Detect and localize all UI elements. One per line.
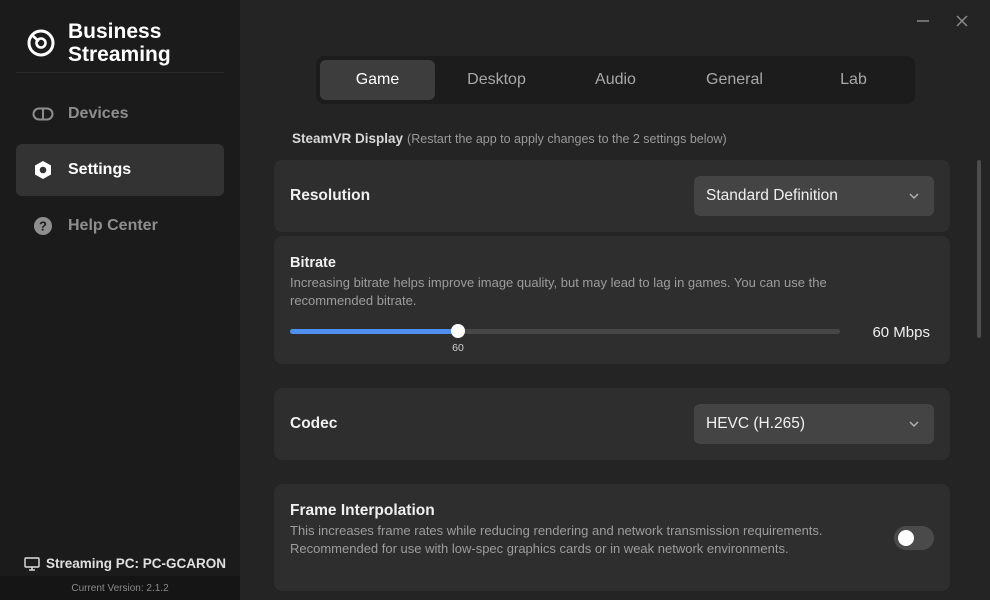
brand-divider — [16, 72, 224, 73]
frame-interpolation-description: This increases frame rates while reducin… — [290, 523, 823, 556]
sidebar-item-settings[interactable]: Settings — [16, 144, 224, 196]
chevron-down-icon — [909, 421, 919, 428]
streaming-pc-info: Streaming PC: PC-GCARON — [24, 556, 226, 571]
chevron-down-icon — [909, 193, 919, 200]
tab-desktop[interactable]: Desktop — [439, 60, 554, 100]
minimize-button[interactable] — [912, 10, 934, 32]
bitrate-value: 60 Mbps — [872, 324, 930, 341]
section-note: (Restart the app to apply changes to the… — [407, 132, 727, 146]
resolution-card: Resolution Standard Definition — [274, 160, 950, 232]
svg-text:?: ? — [39, 219, 47, 234]
codec-card: Codec HEVC (H.265) — [274, 388, 950, 460]
version-label: Current Version: 2.1.2 — [71, 582, 169, 594]
resolution-dropdown[interactable]: Standard Definition — [694, 176, 934, 216]
settings-tabs: Game Desktop Audio General Lab — [316, 56, 915, 104]
brand: Business Streaming — [26, 20, 188, 66]
codec-value: HEVC (H.265) — [706, 415, 806, 432]
tab-general[interactable]: General — [677, 60, 792, 100]
settings-icon — [32, 159, 54, 181]
bitrate-card: Bitrate Increasing bitrate helps improve… — [274, 236, 950, 364]
bitrate-slider-thumb[interactable] — [451, 324, 465, 338]
frame-interpolation-toggle[interactable] — [894, 526, 934, 550]
tab-audio[interactable]: Audio — [558, 60, 673, 100]
sidebar-item-help-center[interactable]: ? Help Center — [16, 200, 224, 252]
frame-interpolation-label: Frame Interpolation — [290, 502, 435, 519]
close-button[interactable] — [951, 10, 973, 32]
app-title: Business Streaming — [68, 20, 171, 66]
bitrate-description: Increasing bitrate helps improve image q… — [290, 275, 827, 308]
monitor-icon — [24, 556, 40, 571]
minimize-icon — [917, 20, 929, 22]
sidebar-item-label: Settings — [68, 161, 132, 178]
sidebar: Business Streaming Devices Settings ? He… — [0, 0, 240, 600]
frame-interpolation-card: Frame Interpolation This increases frame… — [274, 484, 950, 591]
resolution-label: Resolution — [290, 187, 371, 204]
toggle-knob — [898, 530, 914, 546]
codec-dropdown[interactable]: HEVC (H.265) — [694, 404, 934, 444]
bitrate-label: Bitrate — [290, 255, 336, 271]
resolution-value: Standard Definition — [706, 187, 838, 204]
bitrate-slider-tick-label: 60 — [452, 342, 464, 354]
sidebar-item-label: Devices — [68, 105, 129, 122]
section-header: SteamVR Display (Restart the app to appl… — [292, 131, 727, 146]
sidebar-item-devices[interactable]: Devices — [16, 88, 224, 140]
streaming-pc-label: Streaming PC: PC-GCARON — [46, 556, 227, 571]
help-icon: ? — [32, 215, 54, 237]
section-title: SteamVR Display — [292, 131, 404, 146]
codec-label: Codec — [290, 415, 338, 432]
close-icon — [956, 15, 968, 27]
sidebar-item-label: Help Center — [68, 217, 158, 234]
devices-icon — [32, 103, 54, 125]
app-logo-icon — [27, 29, 55, 57]
tab-lab[interactable]: Lab — [796, 60, 911, 100]
bitrate-slider-fill — [290, 329, 458, 334]
scrollbar[interactable] — [977, 160, 981, 338]
version-bar: Current Version: 2.1.2 — [0, 576, 240, 600]
tab-game[interactable]: Game — [320, 60, 435, 100]
bitrate-slider[interactable] — [290, 324, 840, 338]
